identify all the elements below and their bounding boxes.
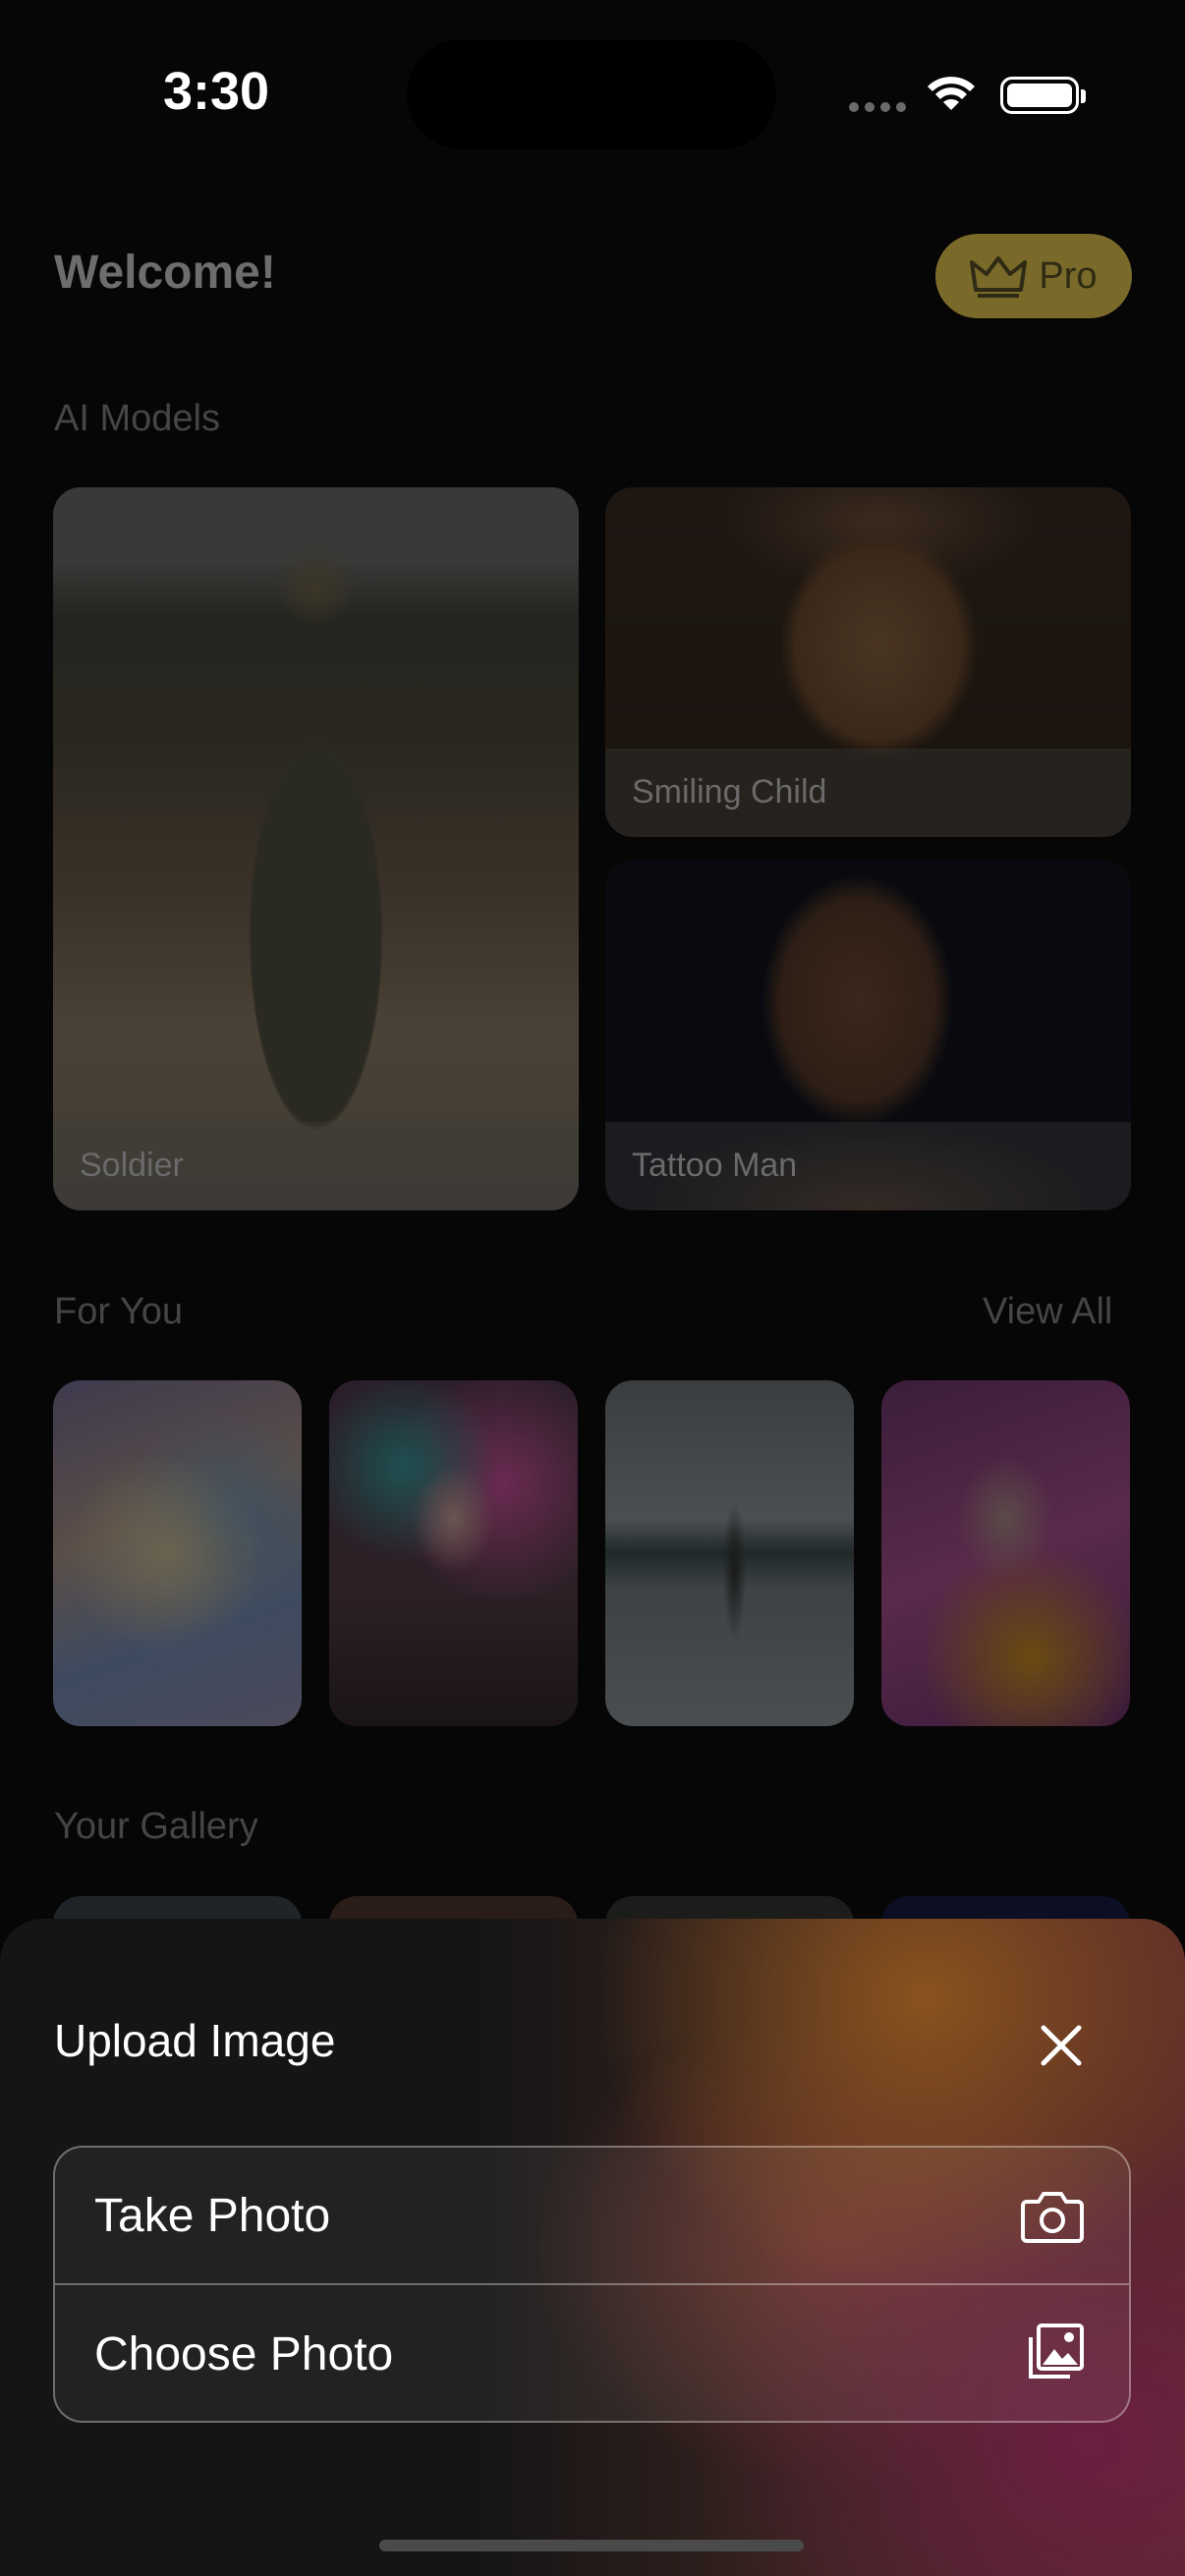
model-card-label: Tattoo Man bbox=[632, 1147, 798, 1184]
close-icon[interactable] bbox=[1032, 2016, 1091, 2075]
status-time: 3:30 bbox=[163, 62, 270, 121]
sheet-title: Upload Image bbox=[54, 2015, 336, 2066]
for-you-thumbnail[interactable] bbox=[329, 1380, 578, 1726]
choose-photo-button[interactable]: Choose Photo bbox=[55, 2285, 1129, 2423]
take-photo-button[interactable]: Take Photo bbox=[55, 2148, 1129, 2285]
page-title: Welcome! bbox=[54, 247, 276, 299]
ai-models-title: AI Models bbox=[54, 398, 220, 439]
pro-label: Pro bbox=[1039, 254, 1098, 297]
model-card-label: Smiling Child bbox=[632, 773, 827, 811]
view-all-link[interactable]: View All bbox=[983, 1291, 1112, 1333]
choose-photo-label: Choose Photo bbox=[94, 2327, 394, 2380]
crown-icon bbox=[970, 256, 1028, 298]
battery-icon bbox=[1000, 77, 1086, 114]
upload-options: Take Photo Choose Photo bbox=[53, 2146, 1131, 2423]
dynamic-island bbox=[407, 39, 776, 149]
pro-button[interactable]: Pro bbox=[935, 234, 1132, 318]
for-you-thumbnail[interactable] bbox=[881, 1380, 1130, 1726]
signal-icon bbox=[849, 102, 906, 112]
home-indicator bbox=[379, 2540, 804, 2551]
camera-icon bbox=[1021, 2192, 1084, 2243]
model-card-soldier[interactable]: Soldier bbox=[53, 487, 579, 1210]
for-you-thumbnail[interactable] bbox=[605, 1380, 854, 1726]
for-you-title: For You bbox=[54, 1291, 183, 1332]
model-card-tattoo-man[interactable]: Tattoo Man bbox=[605, 861, 1131, 1210]
take-photo-label: Take Photo bbox=[94, 2189, 331, 2242]
gallery-title: Your Gallery bbox=[54, 1806, 258, 1847]
model-card-label: Soldier bbox=[80, 1147, 184, 1184]
photo-library-icon bbox=[1029, 2324, 1084, 2379]
model-card-smiling-child[interactable]: Smiling Child bbox=[605, 487, 1131, 837]
for-you-thumbnail[interactable] bbox=[53, 1380, 302, 1726]
wifi-icon bbox=[928, 77, 975, 110]
